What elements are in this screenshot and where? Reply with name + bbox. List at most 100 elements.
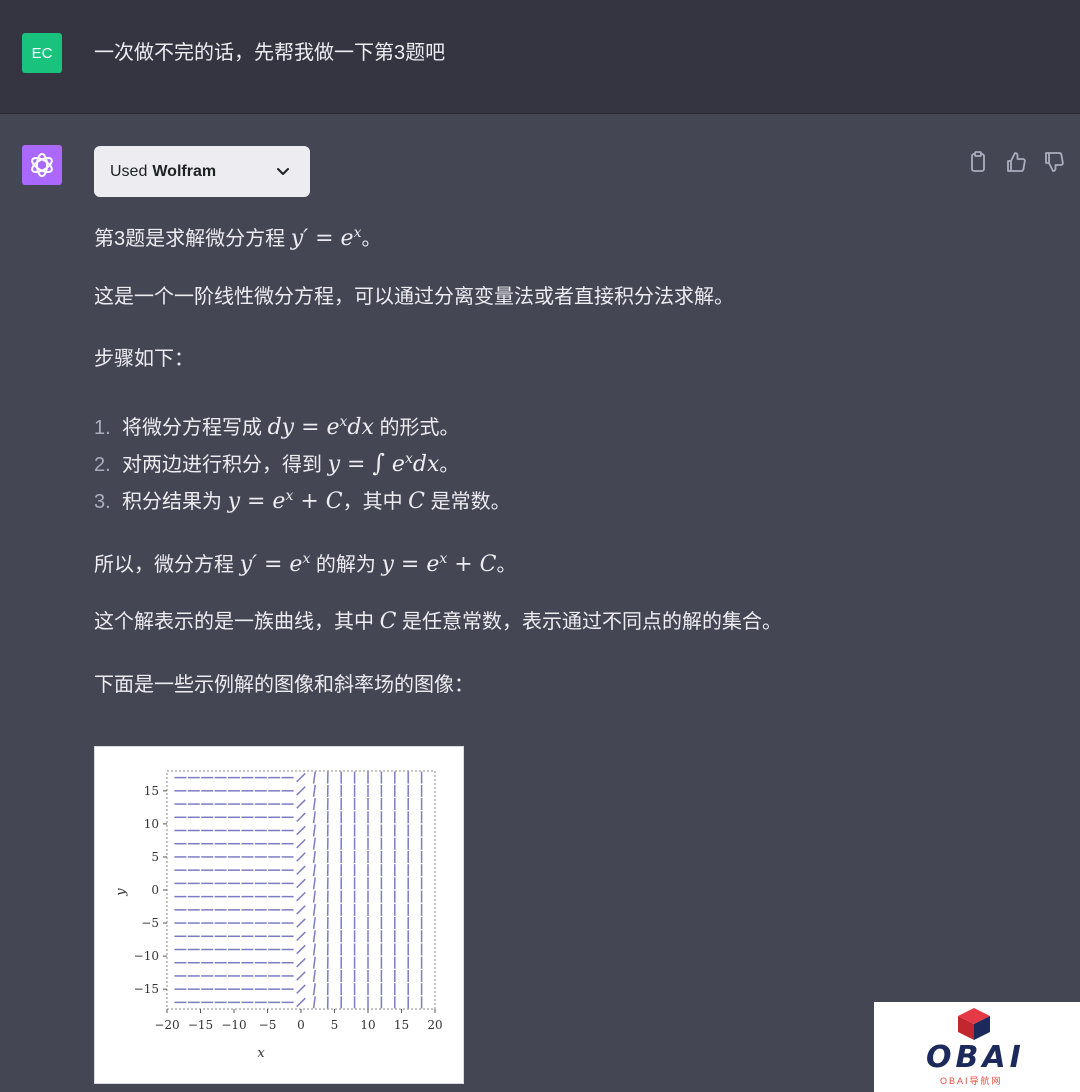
slope-segment [296,799,306,809]
text: 对两边进行积分，得到 [122,454,328,476]
text: 是常数。 [425,491,511,513]
slope-segment [296,905,306,915]
step-item-2: 2. 对两边进行积分，得到 y = ∫ exdx。 [94,444,459,480]
x-tick-label: 20 [427,1018,442,1032]
plugin-used-dropdown[interactable]: Used Wolfram [94,146,310,197]
x-tick-label: 10 [360,1018,375,1032]
integral-sign: ∫ [372,449,385,477]
y-tick-label: 0 [151,883,159,897]
slope-segment [296,957,306,968]
slope-segment [296,786,306,796]
text: 积分结果为 [122,491,228,513]
watermark-subtitle: OBAI导航网 [940,1076,1003,1086]
slope-segment [296,971,306,981]
text: 这个解表示的是一族曲线，其中 [94,611,380,633]
slope-segment [312,850,316,863]
text: 。 [439,454,460,476]
slope-segment [312,811,316,824]
slope-segment [312,969,316,982]
math: + C [447,552,497,577]
plugin-name: Wolfram [152,162,217,180]
math: e [384,452,405,477]
y-tick-label: 15 [144,784,159,798]
thumbs-up-icon[interactable] [1004,150,1028,174]
y-tick-label: −5 [141,916,159,930]
step-number: 1. [94,417,111,439]
message-actions [966,150,1066,174]
math: y′ = e [290,226,354,251]
step-item-1: 1. 将微分方程写成 dy = exdx 的形式。 [94,407,459,443]
x-tick-label: −20 [154,1018,179,1032]
slope-segment [312,877,316,890]
paragraph-type: 这是一个一阶线性微分方程，可以通过分离变量法或者直接积分法求解。 [94,286,734,308]
user-message-text: 一次做不完的话，先帮我做一下第3题吧 [94,42,446,64]
slope-segment [312,996,316,1009]
slope-segment [312,890,316,903]
slope-field-chart: −20 −15 −10 −5 0 5 10 15 20 −15 −10 −5 0 5 10 15 x y [94,746,464,1084]
slope-segment [312,917,316,930]
text: 的形式。 [373,417,460,439]
slope-segment [296,944,306,955]
text: 所以，微分方程 [94,554,240,576]
slope-segment [296,878,306,889]
math: C [408,489,426,514]
slope-segment [296,812,306,823]
x-tick-label: −15 [188,1018,213,1032]
text: ，其中 [342,491,409,513]
x-tick-label: −10 [221,1018,246,1032]
paragraph-solution: 所以，微分方程 y′ = ex 的解为 y = ex + C。 [94,544,517,580]
math: dx [347,415,374,440]
paragraph-graph-intro: 下面是一些示例解的图像和斜率场的图像： [94,674,474,696]
slope-segment [296,825,306,836]
user-message-row: EC 一次做不完的话，先帮我做一下第3题吧 [0,0,1080,114]
text: 的解为 [310,554,382,576]
text: 第3题是求解微分方程 [94,228,291,250]
thumbs-down-icon[interactable] [1042,150,1066,174]
y-tick-label: 5 [151,850,159,864]
slope-segment [296,865,306,875]
x-tick-label: 15 [394,1018,409,1032]
step-number: 3. [94,491,111,513]
math: dx [412,452,440,477]
watermark-badge: OBAI OBAI导航网 [874,1002,1080,1092]
y-axis-label: y [114,888,129,897]
slope-segment [296,984,306,994]
slope-segment [312,983,316,996]
slope-segment [296,918,306,928]
slope-segment [312,784,316,797]
plugin-used-label: Used [110,162,148,180]
slope-segment [312,837,316,850]
math: y = [327,452,373,477]
x-axis-label: x [257,1046,265,1061]
slope-segment [296,891,306,902]
slope-segment [296,772,306,783]
slope-segment [296,997,306,1008]
x-tick-label: 5 [331,1018,339,1032]
text: 。 [496,554,517,576]
copy-icon[interactable] [966,150,990,174]
paragraph-problem: 第3题是求解微分方程 y′ = ex。 [94,218,381,254]
text: 。 [361,228,382,250]
x-tick-label: 0 [297,1018,305,1032]
paragraph-family: 这个解表示的是一族曲线，其中 C 是任意常数，表示通过不同点的解的集合。 [94,607,782,637]
math: dy = e [267,415,340,440]
math-sup: x [404,451,413,467]
slope-segment [312,943,316,956]
watermark-title: OBAI [926,1040,1025,1075]
math: + C [293,489,343,514]
slope-segment [296,838,306,849]
math: C [379,609,397,634]
slope-segment [312,771,316,784]
step-number: 2. [94,454,111,476]
y-tick-label: −15 [134,982,159,996]
openai-logo-icon [31,153,53,177]
chevron-down-icon [277,168,289,175]
cube-logo-icon [958,1008,990,1040]
text: 是任意常数，表示通过不同点的解的集合。 [396,611,782,633]
assistant-avatar [22,145,62,185]
math: y′ = e [239,552,303,577]
slope-segment [312,798,316,811]
slope-segment [312,903,316,916]
user-avatar: EC [22,33,62,73]
slope-segment [312,956,316,969]
